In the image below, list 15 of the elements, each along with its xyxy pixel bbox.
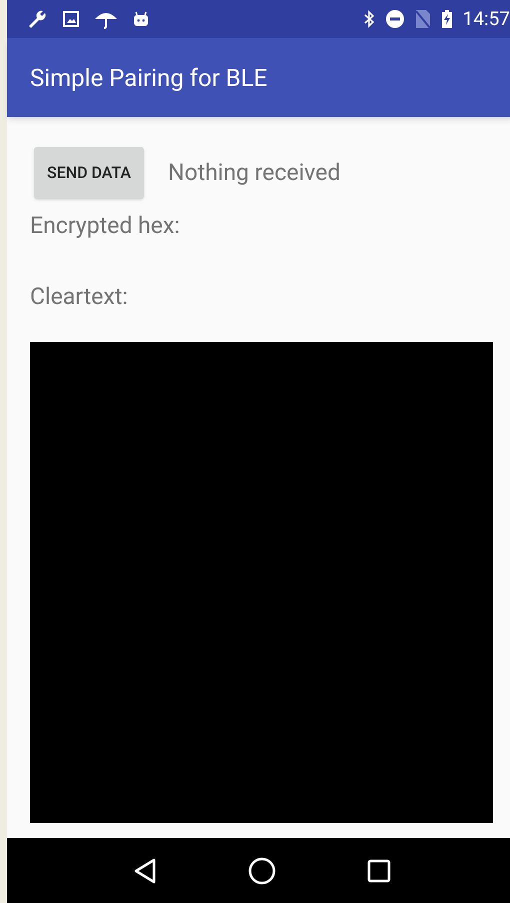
received-status: Nothing received bbox=[168, 158, 340, 188]
send-data-button[interactable]: SEND DATA bbox=[34, 147, 144, 199]
image-icon bbox=[63, 11, 79, 27]
app-title: Simple Pairing for BLE bbox=[30, 62, 268, 94]
no-sim-icon bbox=[414, 9, 431, 29]
encrypted-hex-label: Encrypted hex: bbox=[30, 211, 181, 241]
status-time: 14:57 bbox=[462, 6, 510, 32]
do-not-disturb-icon bbox=[384, 9, 405, 29]
recents-icon[interactable] bbox=[366, 858, 390, 882]
back-icon[interactable] bbox=[132, 858, 156, 884]
bluetooth-icon bbox=[362, 10, 375, 28]
home-icon[interactable] bbox=[248, 856, 276, 884]
cleartext-label: Cleartext: bbox=[30, 282, 129, 312]
robot-icon bbox=[133, 11, 149, 27]
battery-charging-icon bbox=[440, 9, 453, 29]
